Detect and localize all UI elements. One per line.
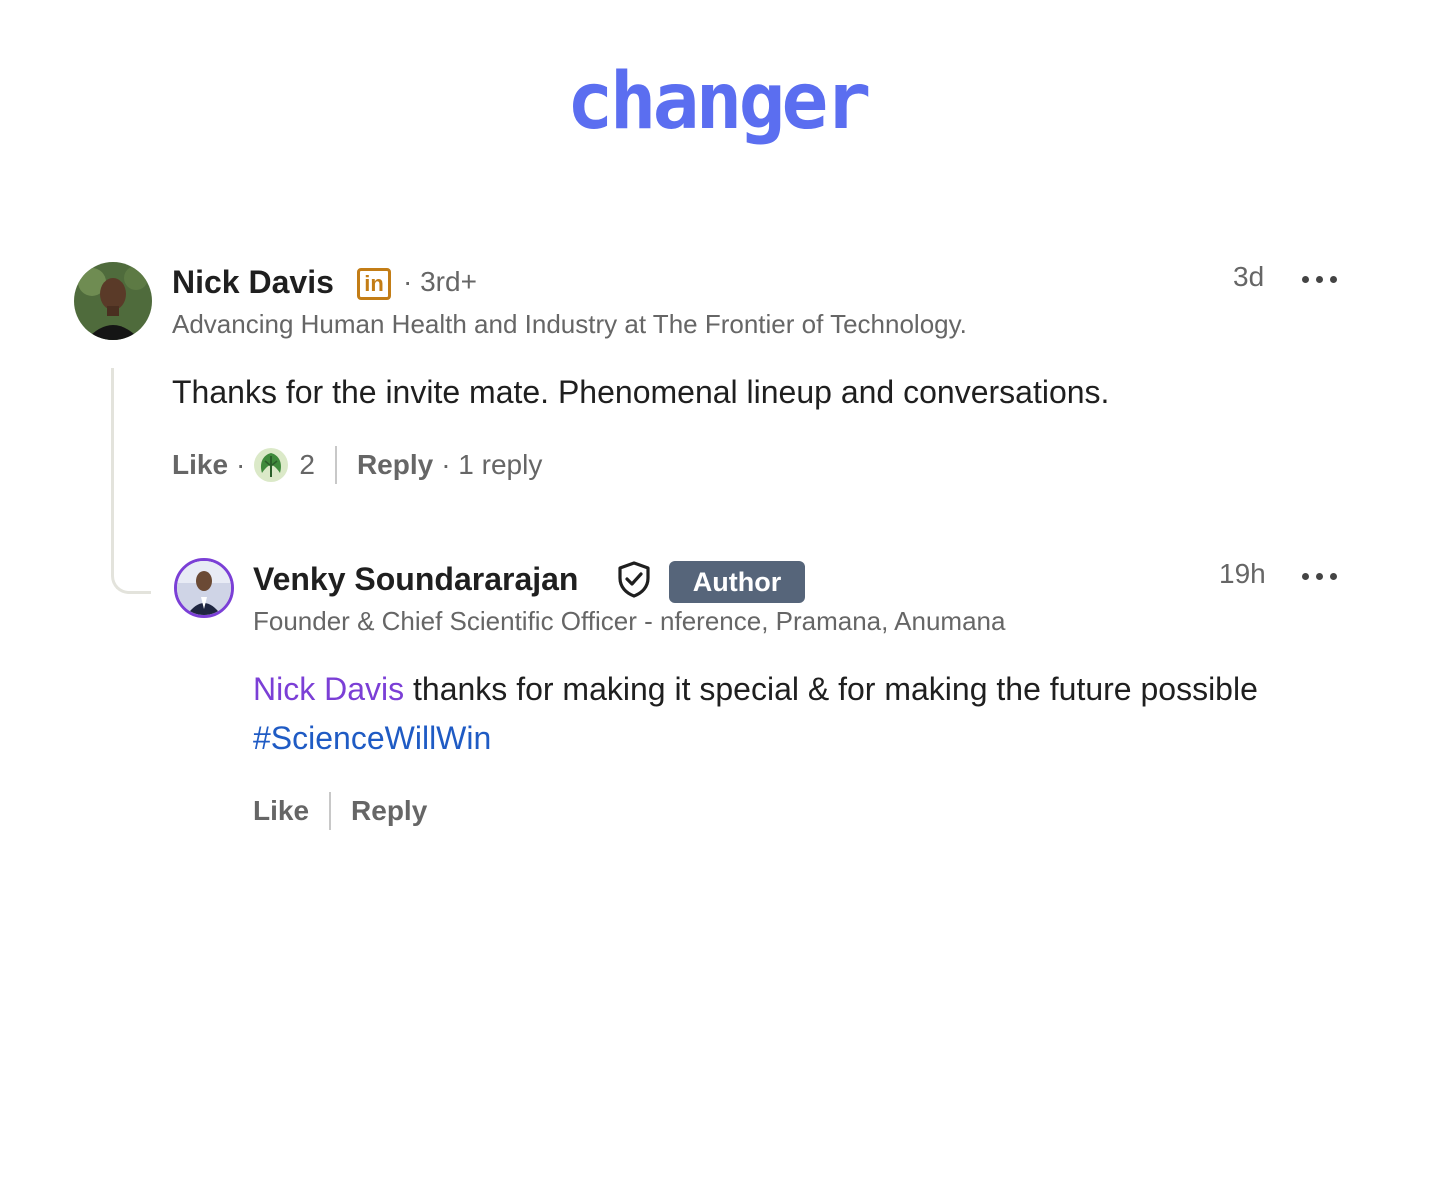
comment-timestamp: 3d bbox=[1233, 261, 1265, 292]
insightful-reaction-icon[interactable] bbox=[253, 447, 289, 483]
comment-actions: Like · 2 Reply · 1 reply bbox=[172, 444, 542, 486]
reply-text: Nick Davis thanks for making it special … bbox=[253, 665, 1313, 763]
comment-text: Thanks for the invite mate. Phenomenal l… bbox=[172, 374, 1110, 410]
linkedin-in-icon: in bbox=[357, 268, 391, 300]
reply-author-name[interactable]: Venky Soundararajan bbox=[253, 561, 578, 598]
comment-author-headline: Advancing Human Health and Industry at T… bbox=[172, 309, 967, 339]
reply-actions: Like Reply bbox=[253, 790, 427, 832]
comment-author-name[interactable]: Nick Davis bbox=[172, 264, 334, 301]
like-button[interactable]: Like bbox=[253, 795, 309, 827]
reaction-count[interactable]: 2 bbox=[299, 449, 315, 481]
avatar[interactable] bbox=[174, 558, 234, 618]
reply-text-body: thanks for making it special & for makin… bbox=[404, 671, 1258, 707]
separator-dot: · bbox=[236, 449, 246, 480]
verified-shield-icon bbox=[618, 561, 650, 598]
reply-button[interactable]: Reply bbox=[357, 449, 433, 481]
mention-link[interactable]: Nick Davis bbox=[253, 671, 404, 707]
connection-degree: · 3rd+ bbox=[403, 266, 477, 297]
avatar[interactable] bbox=[74, 262, 152, 340]
ellipsis-icon[interactable] bbox=[1302, 570, 1338, 582]
reply-button[interactable]: Reply bbox=[351, 795, 427, 827]
divider bbox=[334, 446, 337, 484]
hashtag-link[interactable]: #ScienceWillWin bbox=[253, 720, 491, 756]
divider bbox=[329, 792, 332, 830]
reply-timestamp: 19h bbox=[1219, 558, 1266, 589]
reply-author-headline: Founder & Chief Scientific Officer - nfe… bbox=[253, 606, 1006, 636]
ellipsis-icon[interactable] bbox=[1302, 273, 1338, 285]
like-button[interactable]: Like bbox=[172, 449, 228, 481]
reply-count[interactable]: · 1 reply bbox=[441, 449, 542, 481]
author-badge: Author bbox=[669, 561, 805, 603]
thread-connector-line bbox=[111, 368, 151, 594]
brand-logo: changer bbox=[566, 57, 872, 147]
